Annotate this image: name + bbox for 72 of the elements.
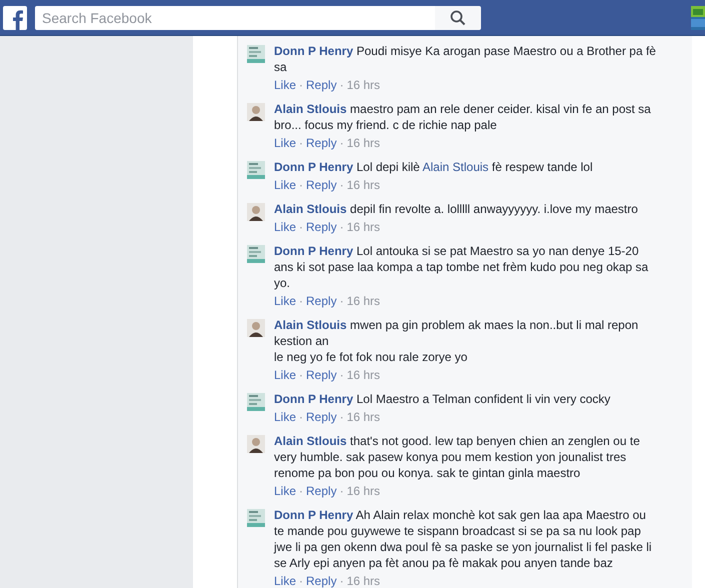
avatar[interactable] (247, 319, 265, 337)
separator-dot: · (338, 177, 345, 193)
search-button[interactable] (435, 6, 481, 30)
separator-dot: · (338, 573, 345, 588)
author-link[interactable]: Alain Stlouis (274, 102, 347, 116)
action-link[interactable]: Like (274, 219, 296, 235)
comment-text: Donn P Henry Poudi misye Ka arogan pase Maestro ou a Brother pa fè sa (274, 43, 657, 75)
author-link[interactable]: Donn P Henry (274, 160, 354, 174)
comment-text: Alain Stlouis that's not good. lew tap benyen chien an zenglen ou te very humble. sak pasew konya pou mem kestion yon jounalist tres renome pa bon pou ou konya. sak te gintan ginla maestro (274, 433, 641, 481)
separator-dot: · (298, 219, 304, 235)
action-link[interactable]: Reply (306, 135, 337, 151)
action-link[interactable]: Like (274, 367, 296, 383)
timestamp[interactable]: 16 hrs (346, 409, 380, 425)
timestamp[interactable]: 16 hrs (346, 77, 380, 93)
separator-dot: · (338, 77, 345, 93)
action-link[interactable]: Like (274, 409, 296, 425)
author-link[interactable]: Donn P Henry (274, 508, 354, 522)
separator-dot: · (338, 483, 345, 499)
action-link[interactable]: Like (274, 293, 296, 309)
author-link[interactable]: Alain Stlouis (274, 318, 347, 332)
separator-dot: · (338, 293, 345, 309)
separator-dot: · (298, 293, 304, 309)
author-link[interactable]: Donn P Henry (274, 44, 354, 58)
separator-dot: · (298, 409, 304, 425)
separator-dot: · (298, 77, 304, 93)
timestamp[interactable]: 16 hrs (346, 219, 380, 235)
facebook-logo-icon[interactable] (3, 6, 27, 30)
separator-dot: · (298, 177, 304, 193)
comment-text: Alain Stlouis mwen pa gin problem ak maes la non..but li mal repon kestion an le neg yo fe fot fok nou rale zorye yo (274, 317, 640, 365)
mention-link[interactable]: Alain Stlouis (422, 160, 489, 174)
search-field[interactable]: Search Facebook (35, 6, 435, 30)
comment-text: Donn P Henry Lol antouka si se pat Maestro sa yo nan denye 15-20 ans ki sot pase laa kompa a tap tombe net frèm kudo pou neg okap sa yo. (274, 243, 650, 291)
author-link[interactable]: Alain Stlouis (274, 202, 347, 216)
separator-dot: · (298, 483, 304, 499)
action-link[interactable]: Reply (306, 573, 337, 588)
action-link[interactable]: Reply (306, 367, 337, 383)
action-link[interactable]: Reply (306, 409, 337, 425)
action-link[interactable]: Reply (306, 483, 337, 499)
timestamp[interactable]: 16 hrs (346, 483, 380, 499)
comment-text: Donn P Henry Ah Alain relax monchè kot sak gen laa apa Maestro ou te mande pou guywewe te sispann broadcast si se pa sa nu look pap jwe li pa gen okenn dwa poul fè sa paske se yon journalist li fel paske li se Arly epi anyen pa fèt anou pa fè makak pou anyen tande baz (274, 507, 653, 571)
separator-dot: · (298, 135, 304, 151)
author-link[interactable]: Donn P Henry (274, 392, 354, 406)
author-link[interactable]: Alain Stlouis (274, 434, 347, 448)
action-link[interactable]: Like (274, 573, 296, 588)
timestamp[interactable]: 16 hrs (346, 573, 380, 588)
action-link[interactable]: Like (274, 483, 296, 499)
separator-dot: · (298, 367, 304, 383)
action-link[interactable]: Like (274, 177, 296, 193)
comment-text: Alain Stlouis depil fin revolte a. lolllll anwayyyyyy. i.love my maestro (274, 201, 639, 217)
avatar[interactable] (247, 435, 265, 453)
action-link[interactable]: Like (274, 77, 296, 93)
comment-text: Alain Stlouis maestro pam an rele dener ceider. kisal vin fe an post sa bro... focus my friend. c de richie nap pale (274, 101, 652, 133)
action-link[interactable]: Reply (306, 177, 337, 193)
separator-dot: · (298, 573, 304, 588)
separator-dot: · (338, 367, 345, 383)
timestamp[interactable]: 16 hrs (346, 293, 380, 309)
avatar[interactable] (247, 103, 265, 121)
action-link[interactable]: Reply (306, 77, 337, 93)
action-link[interactable]: Reply (306, 293, 337, 309)
search-icon (450, 10, 466, 26)
comment-text: Donn P Henry Lol depi kilè Alain Stlouis fè respew tande lol (274, 159, 594, 175)
timestamp[interactable]: 16 hrs (346, 177, 380, 193)
action-link[interactable]: Reply (306, 219, 337, 235)
action-link[interactable]: Like (274, 135, 296, 151)
separator-dot: · (338, 409, 345, 425)
avatar[interactable] (247, 203, 265, 221)
timestamp[interactable]: 16 hrs (346, 135, 380, 151)
separator-dot: · (338, 135, 345, 151)
separator-dot: · (338, 219, 345, 235)
timestamp[interactable]: 16 hrs (346, 367, 380, 383)
comment-text: Donn P Henry Lol Maestro a Telman confident li vin very cocky (274, 391, 612, 407)
author-link[interactable]: Donn P Henry (274, 244, 354, 258)
